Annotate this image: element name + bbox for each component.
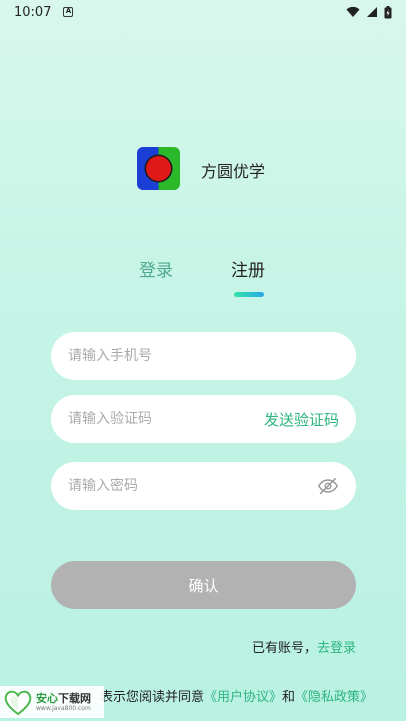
status-right bbox=[346, 5, 392, 19]
agreement-and: 和 bbox=[282, 690, 296, 705]
app-logo bbox=[137, 147, 180, 190]
watermark-text: 安心下载网 www.java800.com bbox=[36, 693, 91, 712]
have-account-text: 已有账号， bbox=[251, 641, 317, 656]
agreement-prefix: 表示您阅读并同意 bbox=[100, 690, 205, 705]
notification-icon: A bbox=[63, 7, 74, 17]
user-agreement-link[interactable]: 《用户协议》 bbox=[204, 690, 282, 705]
verification-code-field[interactable]: 发送验证码 bbox=[51, 395, 356, 443]
go-login-link[interactable]: 去登录 bbox=[317, 641, 356, 656]
app-name: 方圆优学 bbox=[201, 162, 266, 181]
tab-register[interactable]: 注册 bbox=[231, 256, 265, 281]
verification-code-input[interactable] bbox=[68, 411, 264, 427]
battery-icon bbox=[384, 5, 392, 18]
eye-hidden-icon[interactable] bbox=[317, 475, 339, 497]
heart-logo-icon bbox=[4, 690, 32, 716]
signal-icon bbox=[367, 7, 377, 17]
agreement-row: 表示您阅读并同意《用户协议》和《隐私政策》 bbox=[100, 686, 373, 705]
send-code-button[interactable]: 发送验证码 bbox=[264, 409, 339, 430]
status-bar: 10:07 A bbox=[0, 0, 406, 24]
watermark-title: 安心下载网 bbox=[36, 693, 91, 704]
password-field[interactable] bbox=[51, 462, 356, 510]
wifi-icon bbox=[346, 6, 360, 17]
tab-active-indicator bbox=[234, 292, 264, 297]
watermark-logo: 安心下载网 www.java800.com bbox=[0, 686, 104, 718]
have-account-row: 已有账号，去登录 bbox=[252, 637, 356, 656]
status-time: 10:07 bbox=[14, 4, 52, 20]
confirm-button[interactable]: 确认 bbox=[51, 561, 356, 609]
phone-field[interactable] bbox=[51, 332, 356, 380]
privacy-policy-link[interactable]: 《隐私政策》 bbox=[295, 690, 373, 705]
watermark-title-green: 安心 bbox=[36, 691, 58, 705]
phone-input[interactable] bbox=[68, 348, 339, 364]
status-left: 10:07 A bbox=[14, 4, 74, 20]
watermark-url: www.java800.com bbox=[36, 704, 91, 712]
watermark-title-dark: 下载网 bbox=[58, 691, 91, 705]
password-input[interactable] bbox=[68, 478, 317, 494]
tab-login[interactable]: 登录 bbox=[139, 256, 173, 281]
